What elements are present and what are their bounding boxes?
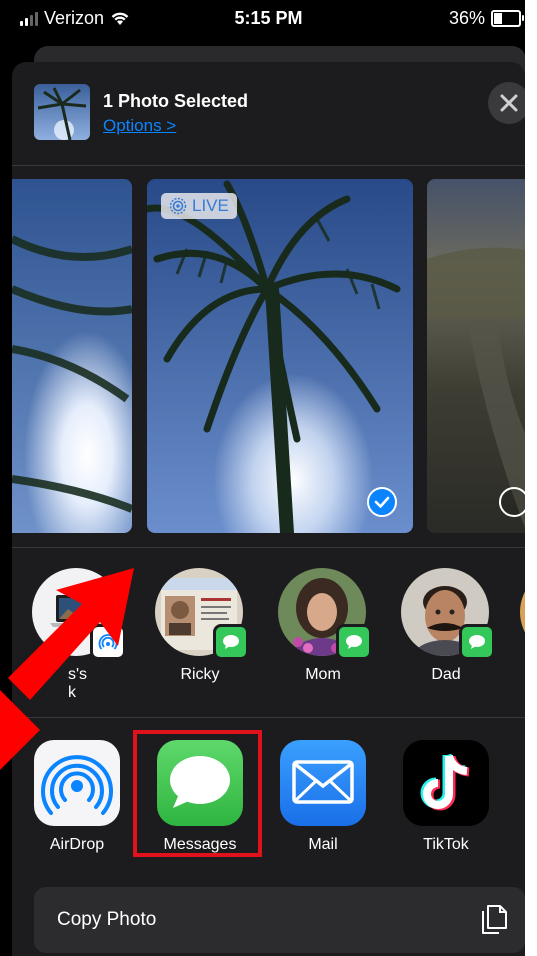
live-label: LIVE <box>192 196 229 215</box>
live-photo-icon <box>169 197 187 215</box>
messages-badge-icon <box>459 624 495 660</box>
app-label: TikTok <box>423 836 469 853</box>
app-label: AirDrop <box>49 836 105 853</box>
avatar <box>401 568 495 660</box>
action-label: Copy Photo <box>57 909 157 930</box>
copy-icon <box>482 905 507 934</box>
share-sheet: 1 Photo Selected Options > LIVE s's k Ri… <box>12 62 525 956</box>
photo-item[interactable] <box>427 179 525 533</box>
selection-title: 1 Photo Selected <box>103 91 249 111</box>
selected-photo-thumbnail <box>34 84 90 140</box>
app-mail[interactable]: Mail <box>278 740 368 854</box>
person-ricky[interactable]: Ricky <box>155 568 249 684</box>
mail-icon <box>280 740 366 826</box>
photo-item[interactable] <box>12 179 132 533</box>
person-name: Mom <box>305 666 341 683</box>
phone-screen: Verizon 5:15 PM 36% 1 Photo Selected Opt… <box>0 0 537 956</box>
copy-photo-action[interactable]: Copy Photo <box>34 887 525 953</box>
battery-icon <box>491 10 524 27</box>
photo-carousel[interactable]: LIVE <box>12 179 525 535</box>
person-mom[interactable]: Mom <box>278 568 372 684</box>
messages-badge-icon <box>336 624 372 660</box>
person-name: Dad <box>431 666 461 683</box>
unselected-circle-icon[interactable] <box>499 487 525 517</box>
messages-highlight-box <box>133 730 262 857</box>
close-icon <box>500 94 518 112</box>
options-link[interactable]: Options > <box>103 116 176 136</box>
app-label: Mail <box>308 836 338 853</box>
tiktok-icon <box>403 740 489 826</box>
share-header: 1 Photo Selected Options > <box>12 62 525 165</box>
person-dad[interactable]: Dad <box>401 568 495 684</box>
selected-checkmark-icon[interactable] <box>367 487 397 517</box>
photos-divider <box>12 547 525 548</box>
avatar <box>155 568 249 660</box>
app-tiktok[interactable]: TikTok <box>401 740 491 854</box>
person-name: Ricky <box>180 666 220 683</box>
status-right: 36% <box>448 8 524 29</box>
header-divider <box>12 165 525 166</box>
screenshot-border-right <box>525 0 537 956</box>
messages-badge-icon <box>213 624 249 660</box>
close-button[interactable] <box>488 82 525 124</box>
status-bar: Verizon 5:15 PM 36% <box>0 0 537 40</box>
live-badge: LIVE <box>161 193 237 219</box>
avatar <box>278 568 372 660</box>
annotation-arrow-icon <box>0 568 134 770</box>
battery-percent: 36% <box>448 8 485 28</box>
photo-item-selected[interactable]: LIVE <box>147 179 413 533</box>
